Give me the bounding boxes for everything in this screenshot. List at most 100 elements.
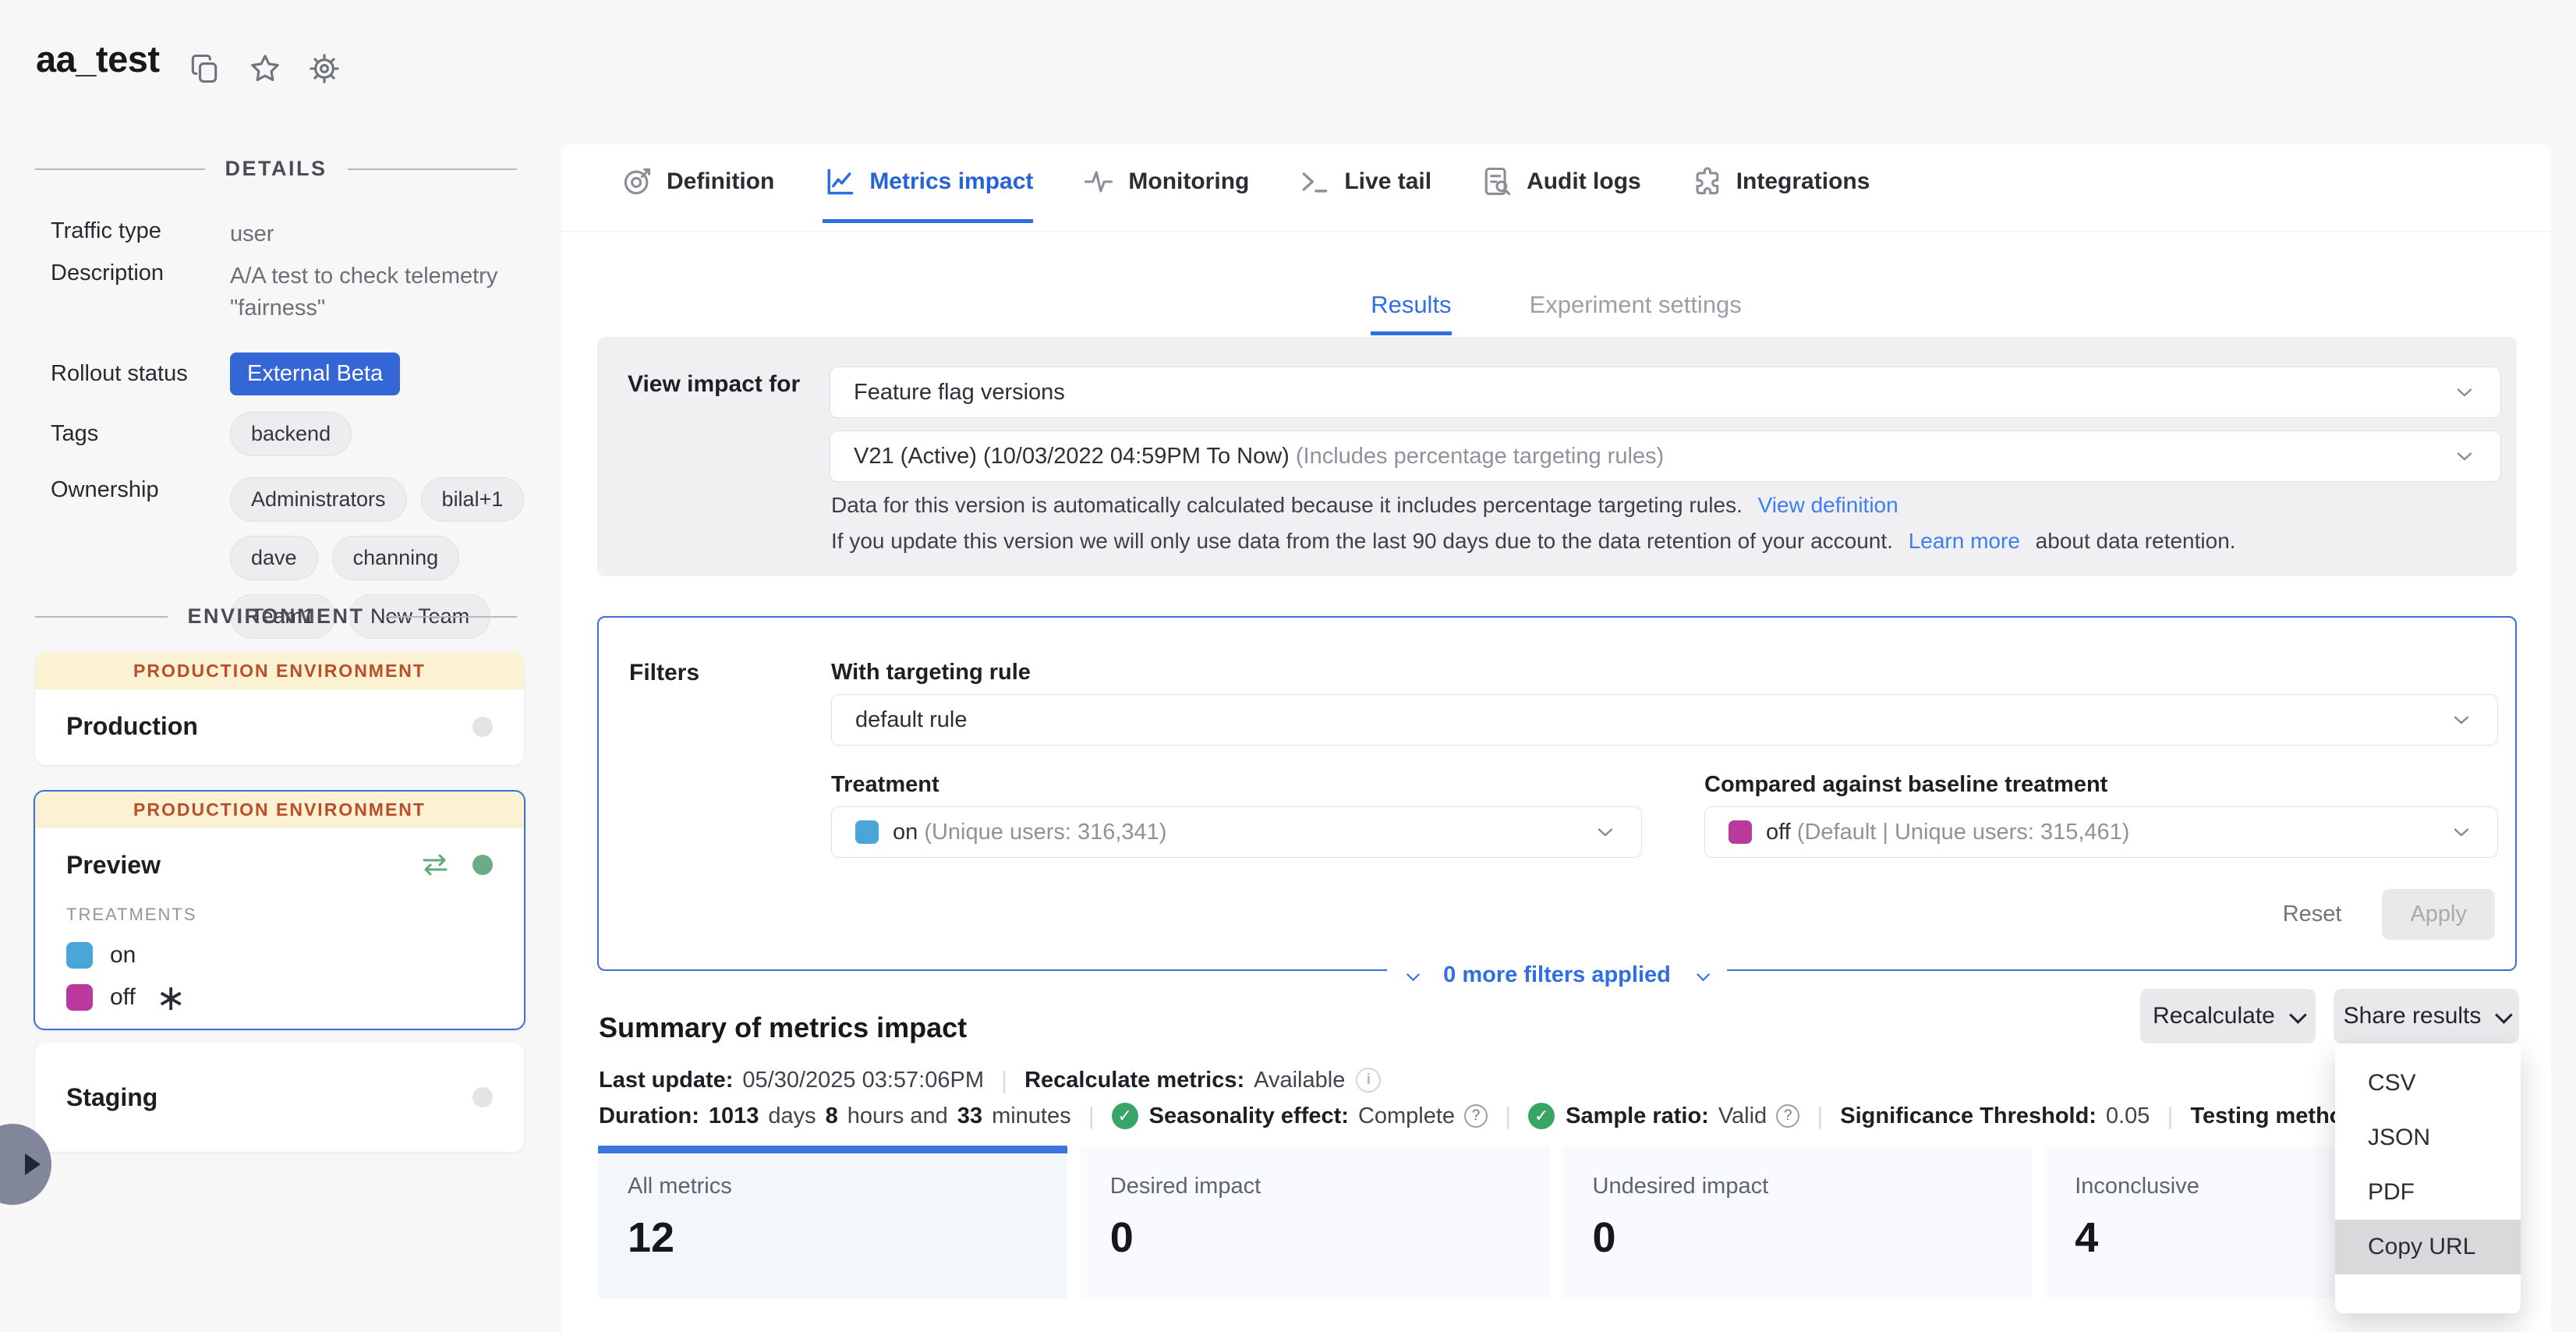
learn-more-link[interactable]: Learn more (1909, 529, 2020, 553)
details-section-header: DETAILS (35, 157, 517, 181)
env-name-preview: Preview (66, 851, 418, 880)
tab-metrics-impact[interactable]: Metrics impact (823, 165, 1033, 223)
separator: | (1001, 1066, 1007, 1094)
owner-pill[interactable]: Administrators (230, 477, 407, 522)
owner-pill[interactable]: bilal+1 (421, 477, 525, 522)
tab-definition[interactable]: Definition (620, 165, 774, 223)
swap-arrows-icon (418, 853, 452, 877)
env-card-preview[interactable]: PRODUCTION ENVIRONMENT Preview TREATMENT… (34, 790, 525, 1030)
more-filters-toggle[interactable]: 0 more filters applied (1387, 962, 1727, 988)
last-update-value: 05/30/2025 03:57:06PM (742, 1068, 984, 1093)
share-results-button[interactable]: Share results (2334, 989, 2519, 1043)
subtab-experiment-settings[interactable]: Experiment settings (1530, 291, 1742, 335)
apply-button[interactable]: Apply (2382, 889, 2495, 940)
rollout-status-label: Rollout status (51, 361, 230, 387)
separator: | (1088, 1102, 1095, 1130)
star-icon[interactable] (248, 51, 282, 86)
help-icon[interactable]: ? (1776, 1104, 1799, 1128)
metric-card-undesired-impact[interactable]: Undesired impact 0 (1563, 1146, 2033, 1298)
seasonality-label: Seasonality effect: (1149, 1104, 1349, 1129)
view-impact-label: View impact for (628, 371, 800, 398)
page-title: aa_test (36, 37, 160, 80)
view-definition-link[interactable]: View definition (1758, 493, 1898, 517)
info-icon[interactable]: i (1356, 1068, 1381, 1093)
copy-icon[interactable] (187, 51, 221, 86)
status-dot-preview (472, 855, 493, 875)
default-treatment-icon: ∗ (156, 990, 186, 1005)
data-retention-note: If you update this version we will only … (831, 529, 2236, 554)
production-env-banner: PRODUCTION ENVIRONMENT (35, 653, 524, 689)
treatment-select-value: on (Unique users: 316,341) (893, 820, 1593, 845)
main-panel: Definition Metrics impact Monitoring (561, 144, 2551, 1332)
treatment-select[interactable]: on (Unique users: 316,341) (831, 806, 1642, 858)
recalculate-button[interactable]: Recalculate (2140, 989, 2316, 1043)
environment-title: ENVIRONMENT (188, 604, 365, 629)
tab-audit-logs[interactable]: Audit logs (1480, 165, 1641, 223)
separator: | (1505, 1102, 1511, 1130)
targeting-rule-select[interactable]: default rule (831, 694, 2498, 746)
recalc-metrics-value: Available (1254, 1068, 1345, 1093)
chevron-right-icon (25, 1153, 41, 1175)
impact-type-value: Feature flag versions (854, 380, 2452, 406)
help-icon[interactable]: ? (1464, 1104, 1488, 1128)
env-card-staging[interactable]: Staging (35, 1043, 524, 1152)
details-title: DETAILS (225, 157, 327, 181)
tags-label: Tags (51, 421, 230, 447)
gear-icon[interactable] (307, 51, 341, 86)
version-auto-note: Data for this version is automatically c… (831, 493, 1898, 518)
seasonality-value: Complete (1358, 1104, 1455, 1129)
separator: | (1817, 1102, 1823, 1130)
view-impact-panel: View impact for Feature flag versions V2… (597, 337, 2517, 576)
treatment-on-label: on (110, 942, 136, 969)
results-subtabs: Results Experiment settings (561, 291, 2551, 335)
metric-card-all-metrics[interactable]: All metrics 12 (598, 1146, 1067, 1298)
treatment-on-swatch (855, 820, 879, 844)
description-row: Description A/A test to check telemetry … (51, 260, 518, 324)
metric-card-desired-impact[interactable]: Desired impact 0 (1081, 1146, 1550, 1298)
chevron-down-icon (2452, 380, 2477, 405)
treatment-label: Treatment (831, 772, 939, 798)
tabbar-divider (561, 231, 2551, 232)
filters-title: Filters (629, 660, 699, 686)
tab-live-tail[interactable]: Live tail (1297, 165, 1431, 223)
reset-button[interactable]: Reset (2283, 902, 2342, 927)
tag-pill[interactable]: backend (230, 412, 352, 456)
menu-item-json[interactable]: JSON (2335, 1111, 2521, 1165)
line-chart-icon (823, 165, 857, 199)
chevron-down-icon (2449, 707, 2474, 732)
env-name-staging: Staging (66, 1083, 472, 1112)
chevron-down-icon (2452, 444, 2477, 469)
terminal-icon (1297, 165, 1332, 199)
menu-item-copy-url[interactable]: Copy URL (2335, 1220, 2521, 1274)
puzzle-icon (1690, 165, 1724, 199)
production-env-banner: PRODUCTION ENVIRONMENT (35, 792, 524, 828)
description-value: A/A test to check telemetry "fairness" (230, 260, 518, 324)
targeting-rule-label: With targeting rule (831, 660, 1031, 685)
chevron-down-icon (2495, 1006, 2513, 1024)
tab-monitoring[interactable]: Monitoring (1081, 165, 1249, 223)
impact-type-select[interactable]: Feature flag versions (830, 367, 2501, 418)
threshold-label: Significance Threshold: (1840, 1104, 2097, 1129)
baseline-select[interactable]: off (Default | Unique users: 315,461) (1704, 806, 2498, 858)
rollout-status-badge[interactable]: External Beta (230, 352, 400, 395)
status-dot-staging (472, 1087, 493, 1107)
env-name-production: Production (66, 712, 472, 741)
owner-pill[interactable]: channing (332, 536, 460, 580)
app-root: aa_test DETAILS Traffic type user Descri… (0, 0, 2576, 1332)
owner-pill[interactable]: dave (230, 536, 318, 580)
tags-row: Tags backend (51, 412, 352, 456)
menu-item-csv[interactable]: CSV (2335, 1056, 2521, 1111)
tab-integrations[interactable]: Integrations (1690, 165, 1870, 223)
version-select[interactable]: V21 (Active) (10/03/2022 04:59PM To Now)… (830, 430, 2501, 482)
summary-stats-row-1: Last update: 05/30/2025 03:57:06PM | Rec… (599, 1066, 1381, 1094)
subtab-results[interactable]: Results (1371, 291, 1451, 335)
treatment-off-swatch (66, 984, 93, 1011)
menu-item-pdf[interactable]: PDF (2335, 1165, 2521, 1220)
sample-ratio-label: Sample ratio: (1566, 1104, 1709, 1129)
tab-bar: Definition Metrics impact Monitoring (620, 165, 1870, 223)
env-card-production[interactable]: PRODUCTION ENVIRONMENT Production (35, 653, 524, 765)
filters-box: Filters With targeting rule default rule… (597, 616, 2517, 971)
traffic-type-row: Traffic type user (51, 218, 526, 250)
separator: | (2167, 1102, 2173, 1130)
threshold-value: 0.05 (2106, 1104, 2150, 1129)
